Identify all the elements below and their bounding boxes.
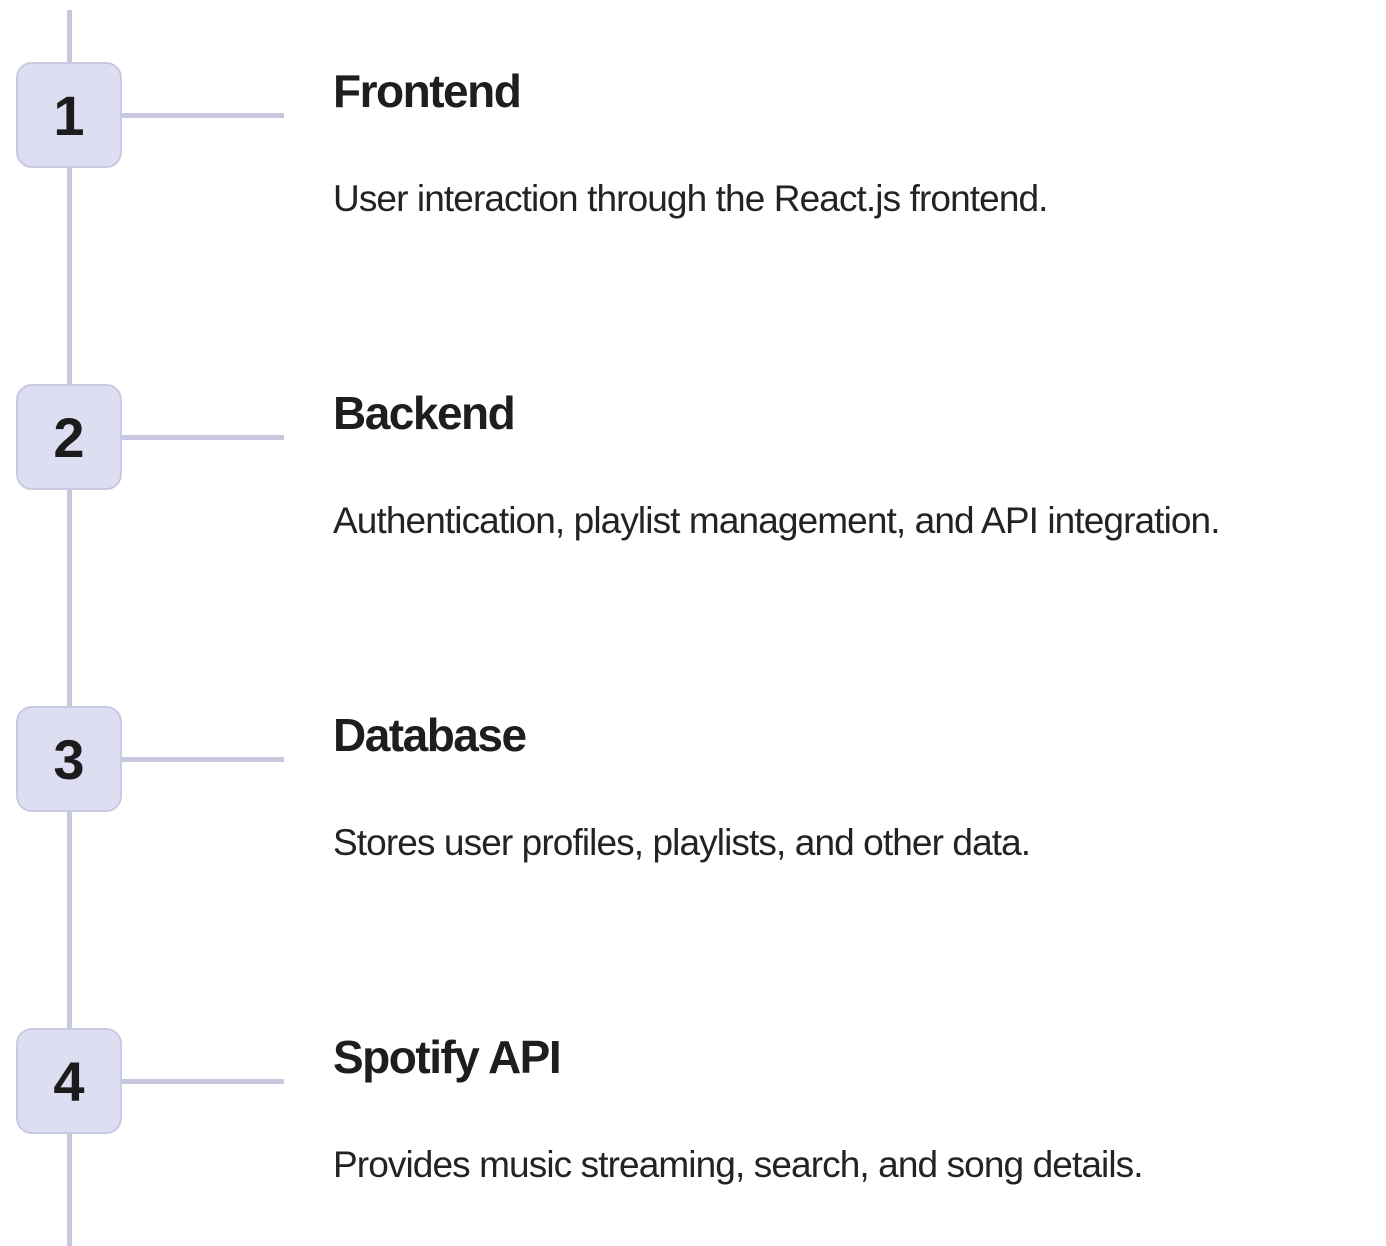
step-connector-line [122, 113, 284, 118]
step-number-badge: 4 [16, 1028, 122, 1134]
step-number-badge: 3 [16, 706, 122, 812]
step-connector-line [122, 1079, 284, 1084]
step-spotify-api: 4 Spotify API Provides music streaming, … [0, 1028, 1386, 1228]
step-number-badge: 2 [16, 384, 122, 490]
step-title: Spotify API [333, 1031, 562, 1083]
step-title: Frontend [333, 65, 522, 117]
step-database: 3 Database Stores user profiles, playlis… [0, 706, 1386, 906]
step-description: Provides music streaming, search, and so… [333, 1144, 1144, 1185]
step-description: User interaction through the React.js fr… [333, 178, 1048, 219]
step-description: Stores user profiles, playlists, and oth… [333, 822, 1031, 863]
step-connector-line [122, 435, 284, 440]
step-connector-line [122, 757, 284, 762]
step-title: Backend [333, 387, 516, 439]
step-backend: 2 Backend Authentication, playlist manag… [0, 384, 1386, 584]
step-number-badge: 1 [16, 62, 122, 168]
step-frontend: 1 Frontend User interaction through the … [0, 62, 1386, 262]
step-title: Database [333, 709, 527, 761]
step-description: Authentication, playlist management, and… [333, 500, 1221, 541]
